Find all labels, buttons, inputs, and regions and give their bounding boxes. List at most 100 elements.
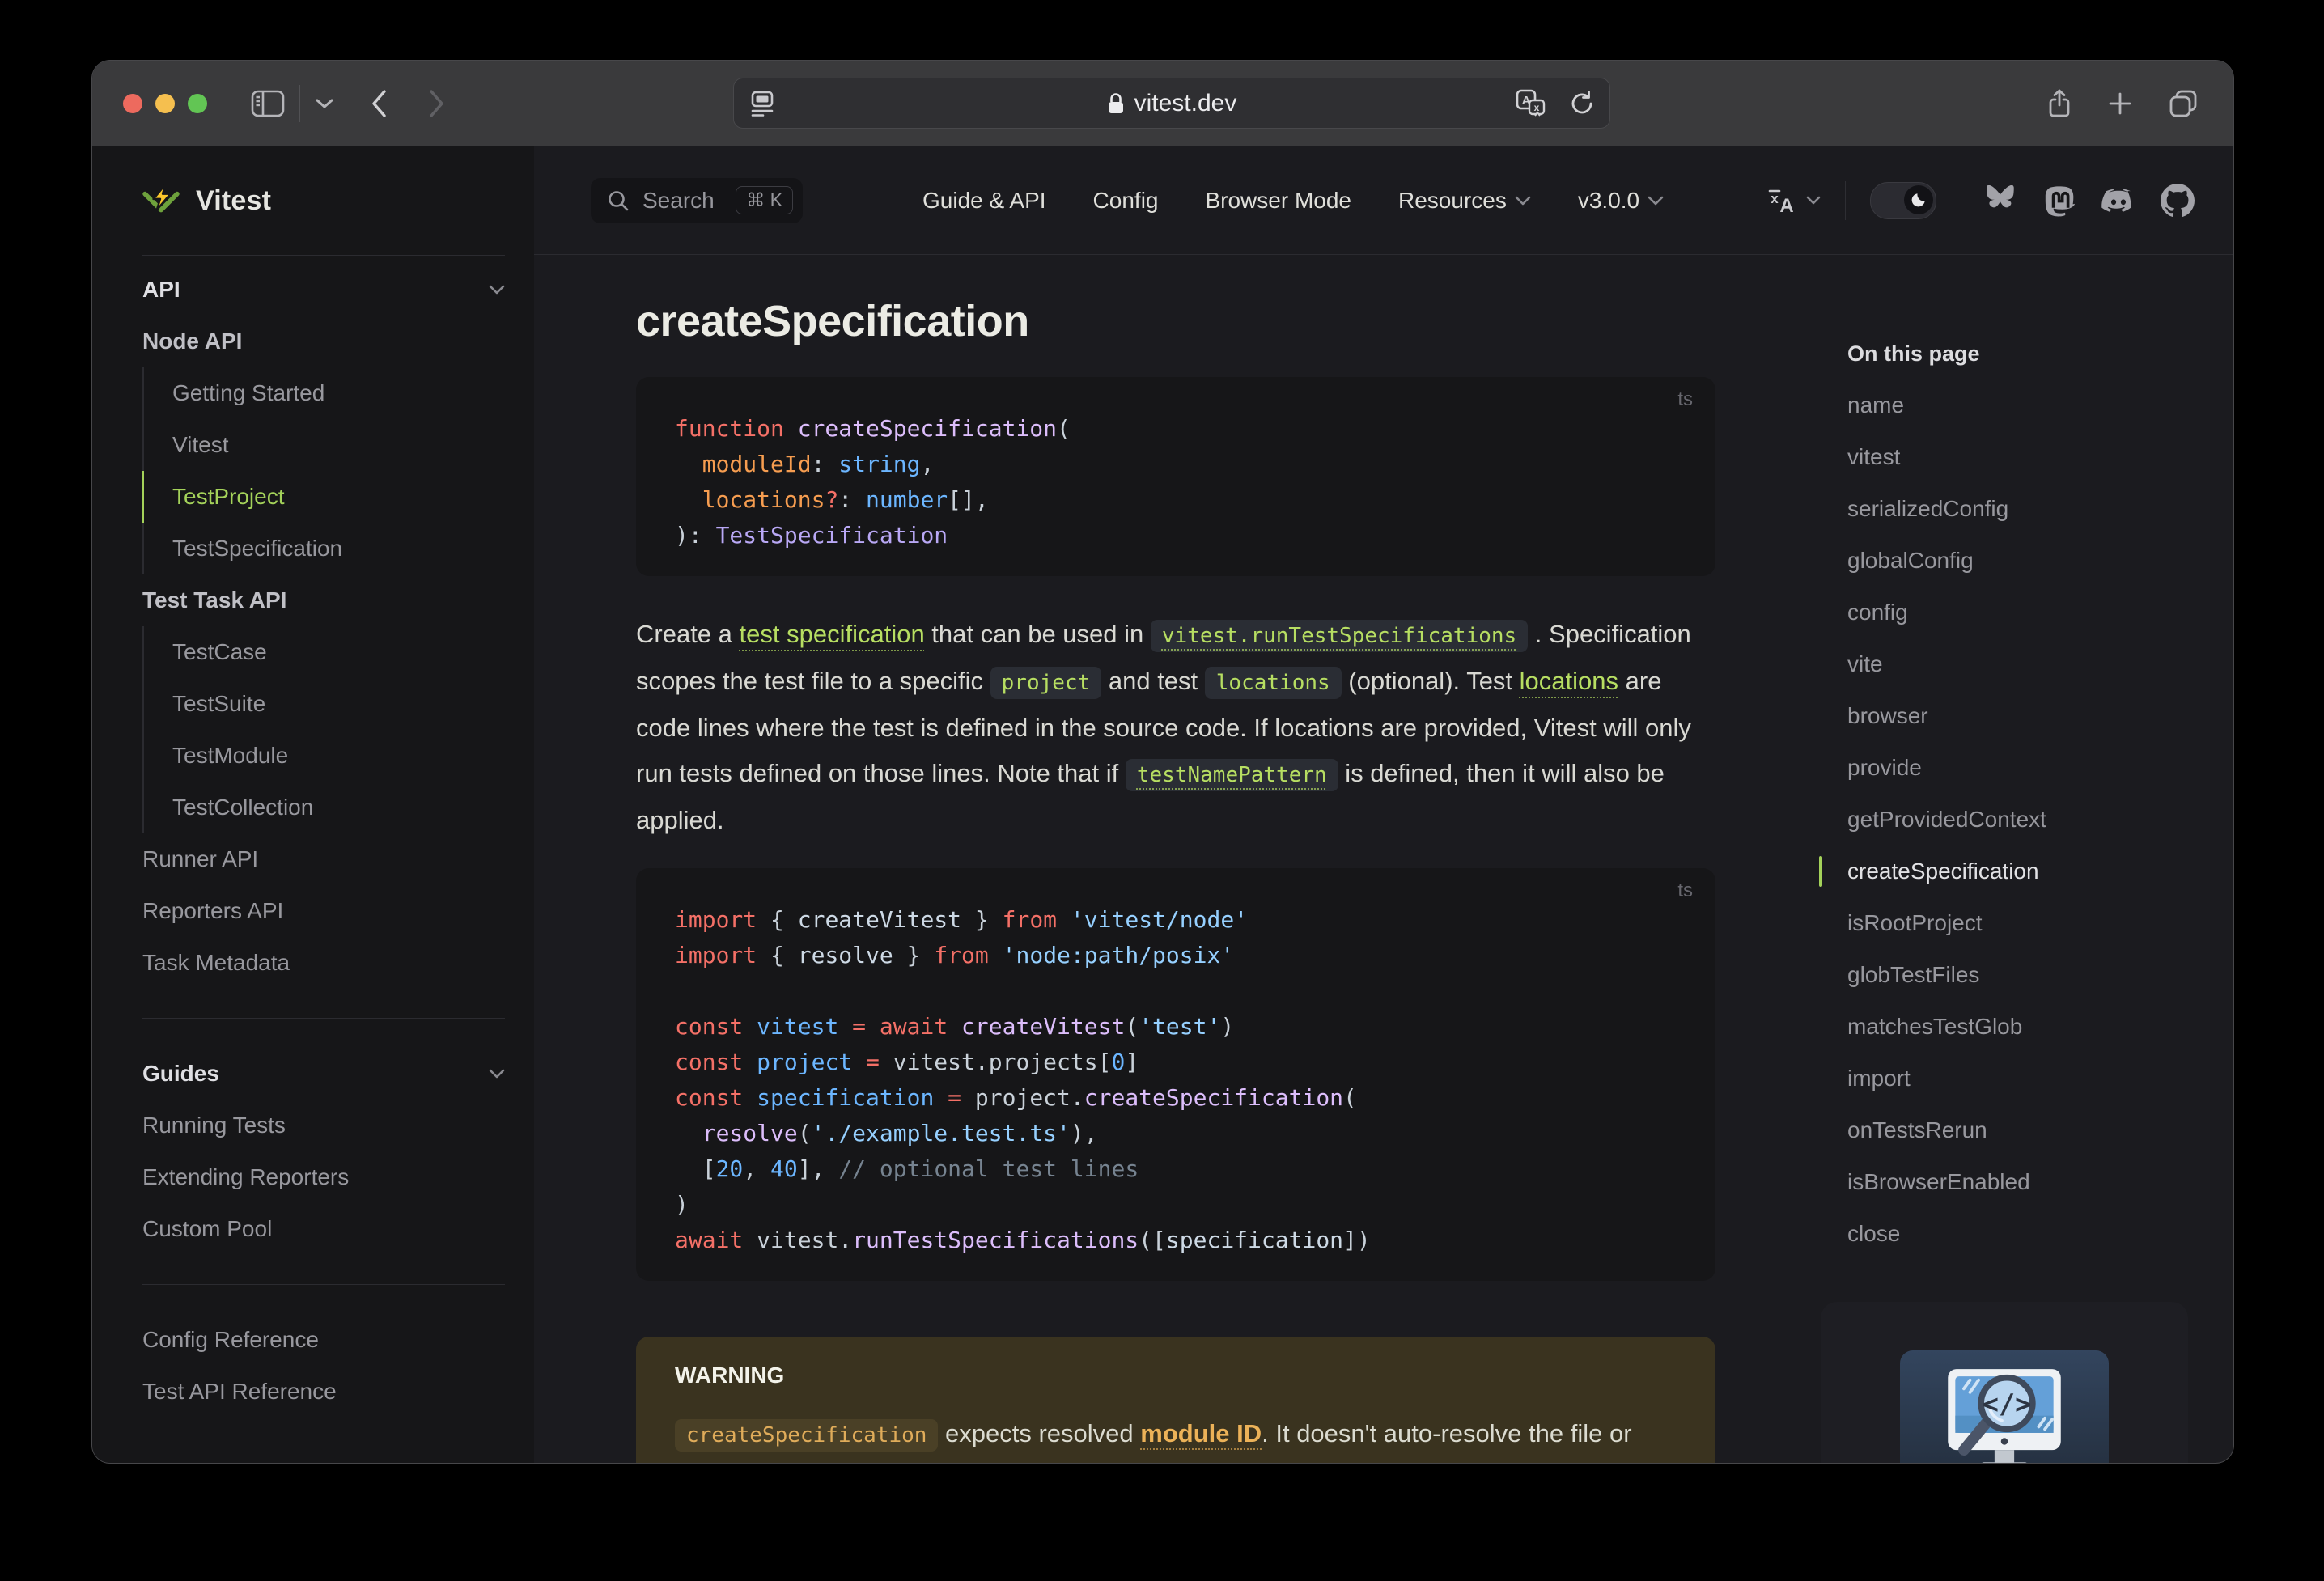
nav-link-config[interactable]: Config: [1093, 188, 1159, 214]
sidebar-item-label: TestModule: [172, 743, 289, 768]
sidebar-item-label: Extending Reporters: [142, 1164, 350, 1189]
sidebar-item-label: Reporters API: [142, 898, 284, 923]
window-controls: [123, 93, 207, 113]
sidebar-item-test-task-api: Test Task API: [142, 574, 505, 626]
outline-item-createspecification[interactable]: createSpecification: [1819, 846, 2220, 897]
code-line: import { createVitest } from 'vitest/nod…: [675, 906, 1249, 933]
outline-item-isrootproject[interactable]: isRootProject: [1847, 897, 2220, 949]
sidebar-item-custom-pool[interactable]: Custom Pool: [142, 1203, 505, 1255]
search-input[interactable]: Search ⌘ K: [591, 177, 803, 223]
close-window-button[interactable]: [123, 93, 142, 113]
page-title: createSpecification: [636, 297, 1029, 345]
sidebar-menu-chevron-icon[interactable]: [315, 98, 334, 109]
outline-item-serializedconfig[interactable]: serializedConfig: [1847, 483, 2220, 535]
outline-item-globtestfiles[interactable]: globTestFiles: [1847, 949, 2220, 1001]
share-icon[interactable]: [2047, 88, 2072, 119]
sidebar-item-guides[interactable]: Guides: [142, 1048, 505, 1100]
nav-menu-v3-0-0[interactable]: v3.0.0: [1578, 188, 1664, 214]
sponsor-card[interactable]: </>: [1821, 1302, 2188, 1463]
text-link[interactable]: locations: [1520, 667, 1618, 695]
chevron-down-icon: [1648, 196, 1664, 206]
nav-menu-resources[interactable]: Resources: [1398, 188, 1531, 214]
forward-button[interactable]: [428, 89, 446, 118]
sidebar-toggle-icon[interactable]: [251, 90, 285, 117]
inline-code-link[interactable]: testNamePattern: [1125, 759, 1338, 791]
outline-item-import[interactable]: import: [1847, 1053, 2220, 1104]
outline-item-close[interactable]: close: [1847, 1208, 2220, 1260]
new-tab-icon[interactable]: [2107, 91, 2133, 117]
sidebar-item-api[interactable]: API: [142, 264, 505, 316]
outline-item-getprovidedcontext[interactable]: getProvidedContext: [1847, 794, 2220, 846]
outline-item-name[interactable]: name: [1847, 379, 2220, 431]
discord-icon[interactable]: [2101, 186, 2136, 215]
search-shortcut-badge: ⌘ K: [736, 186, 793, 214]
code-line: resolve('./example.test.ts'),: [702, 1120, 1098, 1147]
code-language-badge: ts: [1677, 880, 1693, 901]
tab-overview-icon[interactable]: [2169, 89, 2198, 118]
sidebar-item-label: Test API Reference: [142, 1379, 337, 1404]
sidebar-item-reporters-api[interactable]: Reporters API: [142, 885, 505, 937]
sidebar-item-label: Guides: [142, 1061, 219, 1086]
sidebar-item-label: Node API: [142, 328, 243, 354]
inline-code-link[interactable]: vitest.runTestSpecifications: [1150, 620, 1529, 652]
sidebar-item-task-metadata[interactable]: Task Metadata: [142, 937, 505, 989]
desktop-background: { "colors":{"accent":"#b7de62","sidebar_…: [0, 0, 2324, 1581]
outline-item-vite[interactable]: vite: [1847, 638, 2220, 690]
vitest-bolt-icon: [142, 184, 180, 218]
sidebar-item-extending-reporters[interactable]: Extending Reporters: [142, 1151, 505, 1203]
outline-item-ontestsrerun[interactable]: onTestsRerun: [1847, 1104, 2220, 1156]
sidebar-item-config-reference[interactable]: Config Reference: [142, 1314, 505, 1366]
sidebar-item-test-api-reference[interactable]: Test API Reference: [142, 1366, 505, 1418]
github-icon[interactable]: [2161, 183, 2195, 218]
outline-item-matchestestglob[interactable]: matchesTestGlob: [1847, 1001, 2220, 1053]
code-line: import { resolve } from 'node:path/posix…: [675, 942, 1235, 969]
sidebar-item-label: TestProject: [172, 484, 285, 509]
text-link[interactable]: test specification: [740, 620, 925, 648]
sidebar-item-label: TestCase: [172, 639, 267, 664]
sidebar-item-getting-started[interactable]: Getting Started: [142, 367, 505, 419]
nav-link-guide-api[interactable]: Guide & API: [922, 188, 1046, 214]
sidebar-item-testspecification[interactable]: TestSpecification: [142, 523, 505, 574]
outline-item-config[interactable]: config: [1847, 587, 2220, 638]
page-content: createSpecification ts function createSp…: [534, 255, 2233, 1463]
reload-icon[interactable]: [1569, 90, 1595, 117]
warning-title: WARNING: [675, 1363, 785, 1388]
sidebar-item-label: TestSuite: [172, 691, 266, 716]
sidebar-item-testcase[interactable]: TestCase: [142, 626, 505, 678]
text-link[interactable]: module ID: [1140, 1419, 1262, 1447]
mastodon-icon[interactable]: [2044, 184, 2076, 218]
outline-item-vitest[interactable]: vitest: [1847, 431, 2220, 483]
back-button[interactable]: [370, 89, 388, 118]
search-icon: [607, 189, 630, 212]
language-menu[interactable]: xA: [1766, 186, 1821, 215]
outline-item-globalconfig[interactable]: globalConfig: [1847, 535, 2220, 587]
code-line: const vitest = await createVitest('test'…: [675, 1013, 1235, 1040]
outline-item-browser[interactable]: browser: [1847, 690, 2220, 742]
outline-item-provide[interactable]: provide: [1847, 742, 2220, 794]
vitest-logo[interactable]: Vitest: [142, 146, 505, 256]
outline-item-isbrowserenabled[interactable]: isBrowserEnabled: [1847, 1156, 2220, 1208]
sidebar-item-testproject[interactable]: TestProject: [142, 471, 505, 523]
translate-icon[interactable]: Ax: [1516, 89, 1548, 118]
minimize-window-button[interactable]: [155, 93, 175, 113]
sidebar-item-testmodule[interactable]: TestModule: [142, 730, 505, 782]
svg-text:x: x: [1771, 191, 1779, 206]
nav-link-browser-mode[interactable]: Browser Mode: [1205, 188, 1351, 214]
navbar-divider: [1845, 180, 1846, 220]
search-placeholder: Search: [642, 187, 715, 213]
sidebar-item-vitest[interactable]: Vitest: [142, 419, 505, 471]
sidebar-item-running-tests[interactable]: Running Tests: [142, 1100, 505, 1151]
zoom-window-button[interactable]: [188, 93, 207, 113]
site-navbar: Search ⌘ K Guide & API Config Browser Mode…: [534, 146, 2233, 255]
svg-text:x: x: [1534, 102, 1540, 113]
on-this-page-outline: On this page name vitest serializedConfig g…: [1819, 255, 2220, 1463]
sidebar-item-testcollection[interactable]: TestCollection: [142, 782, 505, 833]
sidebar-item-label: Test Task API: [142, 587, 287, 612]
url-text[interactable]: vitest.dev: [1134, 90, 1237, 117]
sidebar-item-runner-api[interactable]: Runner API: [142, 833, 505, 885]
sidebar-item-testsuite[interactable]: TestSuite: [142, 678, 505, 730]
dark-mode-toggle[interactable]: [1870, 181, 1936, 219]
bluesky-icon[interactable]: [1986, 184, 2020, 216]
address-bar[interactable]: vitest.dev Ax: [733, 78, 1610, 129]
code-line: const specification = project.createSpec…: [675, 1084, 1357, 1111]
